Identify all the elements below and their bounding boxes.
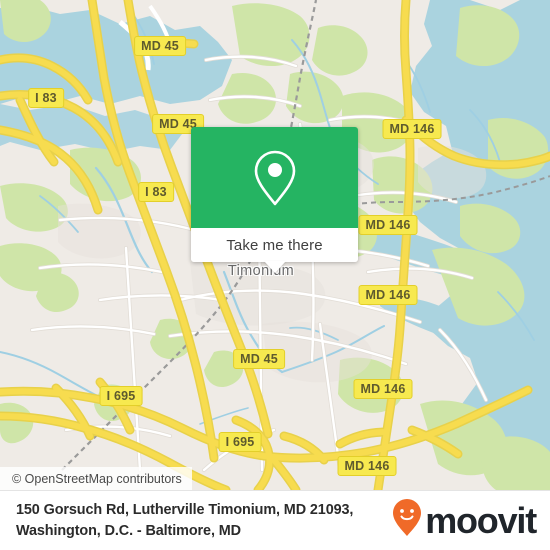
shield-md-146-north: MD 146 bbox=[382, 119, 442, 139]
map-pin-icon bbox=[252, 149, 298, 207]
shield-i-695-south: I 695 bbox=[218, 432, 262, 452]
shield-md-45-south: MD 45 bbox=[233, 349, 285, 369]
moovit-wordmark: moovit bbox=[425, 499, 537, 541]
take-me-there-label: Take me there bbox=[226, 236, 323, 254]
callout-tail bbox=[263, 261, 286, 273]
address-block: 150 Gorsuch Rd, Lutherville Timonium, MD… bbox=[16, 500, 353, 542]
shield-md-146-south: MD 146 bbox=[337, 456, 397, 476]
shield-i-695-west: I 695 bbox=[99, 386, 143, 406]
osm-attribution-text: © OpenStreetMap contributors bbox=[12, 471, 182, 486]
shield-i-83-north: I 83 bbox=[28, 88, 64, 108]
callout-header bbox=[191, 127, 358, 228]
take-me-there-button[interactable]: Take me there bbox=[191, 228, 358, 273]
location-callout[interactable]: Take me there bbox=[191, 127, 358, 273]
map-canvas[interactable]: .water { fill:#aad3df; } .green { fill:#… bbox=[0, 0, 550, 490]
moovit-logo[interactable]: moovit bbox=[392, 498, 537, 543]
footer-bar: 150 Gorsuch Rd, Lutherville Timonium, MD… bbox=[0, 490, 550, 550]
shield-md-45-north: MD 45 bbox=[134, 36, 186, 56]
address-line-2: Washington, D.C. - Baltimore, MD bbox=[16, 522, 241, 539]
address-line-1: 150 Gorsuch Rd, Lutherville Timonium, MD… bbox=[16, 501, 354, 518]
shield-md-146-mid: MD 146 bbox=[358, 215, 418, 235]
shield-md-146-southeast: MD 146 bbox=[353, 379, 413, 399]
shield-md-146-lower: MD 146 bbox=[358, 285, 418, 305]
shield-i-83-mid: I 83 bbox=[138, 182, 174, 202]
osm-attribution[interactable]: © OpenStreetMap contributors bbox=[0, 467, 192, 490]
moovit-map-screenshot: .water { fill:#aad3df; } .green { fill:#… bbox=[0, 0, 550, 550]
moovit-pin-icon bbox=[392, 498, 422, 543]
